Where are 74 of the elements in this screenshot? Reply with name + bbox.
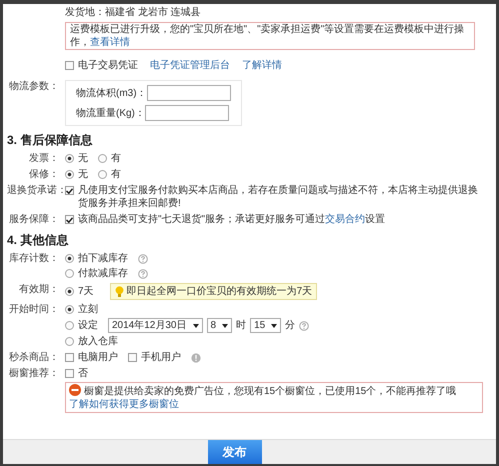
more-link[interactable]: 了解如何获得更多橱窗位	[69, 399, 179, 410]
help-icon	[138, 268, 148, 278]
checkmark-icon	[66, 188, 73, 194]
checkbox-label: 电脑用户	[78, 351, 118, 364]
option-label: 无	[78, 152, 88, 165]
tip-text: 即日起全网一口价宝贝的有效期统一为7天	[126, 285, 312, 298]
field-label: 库存计数：	[9, 253, 59, 264]
input-field[interactable]	[146, 85, 231, 101]
input-field[interactable]	[144, 105, 229, 121]
unit-label: 时	[236, 319, 246, 332]
radio-button[interactable]	[98, 170, 107, 179]
option-label: 设定	[78, 319, 98, 332]
option-label: 付款减库存	[78, 267, 128, 280]
option-label: 立刻	[78, 303, 98, 316]
option-label: 有	[111, 168, 121, 181]
checkbox[interactable]	[65, 215, 74, 224]
info-icon	[191, 352, 201, 362]
warning-text: 橱窗是提供给卖家的免费广告位，您现有15个橱窗位，已使用15个，不能再推荐了哦	[84, 386, 456, 397]
option-label: 有	[111, 152, 121, 165]
checkmark-icon	[66, 216, 73, 222]
field-label: 物流体积(m3)：	[76, 86, 147, 100]
notice-text: 运费模板已进行升级，您的"宝贝所在地"、"卖家承担运费"等设置需要在运费模板中进行操作，查看详情	[70, 24, 464, 48]
option-label: 无	[78, 168, 88, 181]
field-label: 退换货承诺：	[7, 185, 67, 196]
link[interactable]: 了解详情	[242, 58, 282, 72]
radio-button[interactable]	[65, 254, 74, 263]
radio-button[interactable]	[65, 321, 74, 330]
section-title: 3. 售后保障信息	[7, 133, 94, 148]
checkbox[interactable]	[65, 353, 74, 362]
checkbox-sentence: 该商品品类可支持"七天退货"服务；承诺更好服务可通过交易合约设置	[78, 213, 386, 226]
option-label: 放入仓库	[78, 335, 118, 348]
field-label: 物流重量(Kg)：	[76, 106, 145, 120]
help-icon	[138, 254, 148, 264]
radio-button[interactable]	[65, 337, 74, 346]
field-label: 物流参数：	[9, 81, 59, 92]
checkbox[interactable]	[65, 369, 74, 378]
dropdown[interactable]: 8	[206, 318, 232, 333]
field-label: 发票：	[29, 153, 59, 164]
caret-icon	[271, 324, 278, 328]
checkbox-label: 凡使用支付宝服务付款购买本店商品，若存在质量问题或与描述不符，本店将主动提供退换货服务并承担来回邮费!	[78, 184, 479, 210]
dropdown[interactable]: 2014年12月30日	[108, 318, 202, 333]
field-label: 秒杀商品：	[9, 352, 59, 363]
checkbox[interactable]	[128, 353, 137, 362]
checkbox-label: 电子交易凭证	[78, 58, 138, 72]
caret-icon	[222, 324, 228, 328]
radio-button[interactable]	[65, 305, 74, 314]
field-label: 服务保障：	[9, 214, 59, 225]
link[interactable]: 电子凭证管理后台	[150, 58, 230, 72]
radio-button[interactable]	[65, 287, 74, 296]
field-label: 开始时间：	[9, 304, 59, 315]
contract-link[interactable]: 交易合约	[325, 214, 366, 225]
radio-button[interactable]	[65, 154, 74, 163]
checkbox-label: 手机用户	[141, 351, 181, 364]
minus-circle-icon	[69, 384, 81, 396]
checkbox[interactable]	[65, 60, 74, 70]
option-label: 拍下减库存	[78, 252, 128, 265]
checkbox-label: 否	[78, 367, 89, 380]
checkbox[interactable]	[65, 186, 74, 195]
publish-button[interactable]: 发布	[208, 440, 262, 464]
field-label: 保修：	[29, 169, 59, 180]
radio-button[interactable]	[65, 269, 74, 278]
option-label: 7天	[78, 285, 94, 298]
field-label: 有效期：	[19, 284, 59, 295]
help-icon	[299, 320, 310, 330]
unit-label: 分	[285, 319, 296, 332]
radio-button[interactable]	[65, 170, 74, 179]
caret-icon	[192, 324, 198, 328]
section-title: 4. 其他信息	[7, 233, 70, 248]
shipping-origin: 发货地：福建省 龙岩市 连城县	[65, 6, 202, 19]
dropdown[interactable]: 15	[250, 318, 282, 333]
lightbulb-icon	[114, 286, 124, 298]
field-label: 橱窗推荐：	[9, 368, 59, 379]
radio-button[interactable]	[98, 154, 107, 163]
details-link[interactable]: 查看详情	[90, 37, 130, 48]
